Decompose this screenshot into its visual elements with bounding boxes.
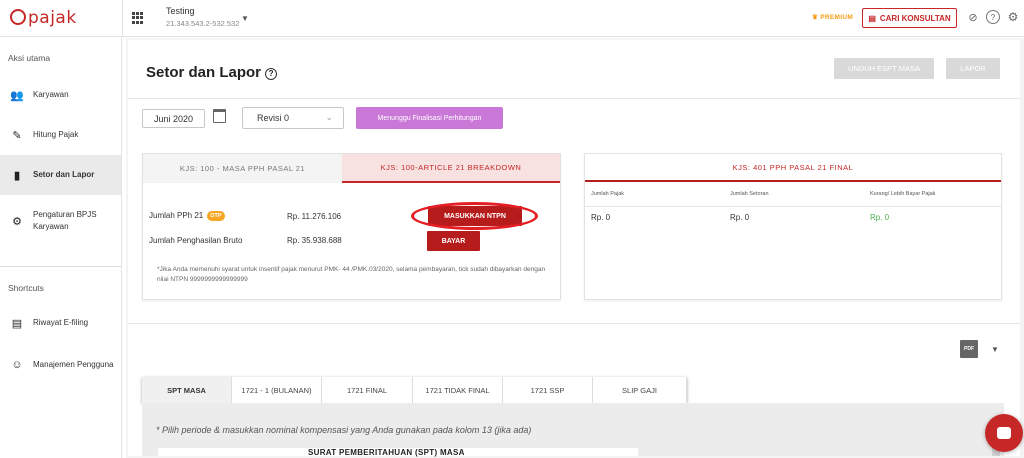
- company-selector[interactable]: Testing 21.343.543.2-532.532: [166, 6, 239, 28]
- pajak-logo[interactable]: pajak: [10, 8, 77, 28]
- sidebar-item-label: Karyawan: [33, 90, 69, 99]
- people-icon: 👥: [10, 89, 24, 102]
- divider: [0, 266, 121, 267]
- column-header: Kurang/ Lebih Bayar Pajak: [870, 191, 936, 197]
- main-content: Setor dan Lapor? UNDUH ESPT MASA LAPOR J…: [126, 38, 1024, 458]
- column-header: Jumlah Setoran: [730, 191, 769, 197]
- users-icon: ☺: [11, 359, 23, 371]
- divider: [585, 206, 1001, 207]
- shortcut-riwayat-efiling[interactable]: ▤ Riwayat E-filing: [0, 303, 121, 343]
- document-icon: ▮: [13, 169, 21, 182]
- shortcut-label: Riwayat E-filing: [33, 318, 89, 327]
- kjs-401-header: KJS: 401 PPH PASAL 21 FINAL: [585, 154, 1001, 182]
- konsultan-label: CARI KONSULTAN: [879, 13, 951, 23]
- history-icon: ▤: [11, 317, 23, 330]
- document-paper: SURAT PEMBERITAHUAN (SPT) MASA: [158, 448, 638, 457]
- divider: [122, 0, 123, 37]
- sidebar: Aksi utama 👥 Karyawan ✎ Hitung Pajak ▮ S…: [0, 37, 122, 458]
- document-preview: * Pilih periode & masukkan nominal kompe…: [142, 403, 1004, 457]
- shortcut-manajemen-pengguna[interactable]: ☺ Manajemen Pengguna: [0, 345, 121, 385]
- tab-kjs-100-breakdown[interactable]: KJS: 100-ARTICLE 21 BREAKDOWN: [342, 154, 560, 183]
- jumlah-pph21-label: Jumlah PPh 21 OTP: [149, 211, 225, 221]
- logo-mark-icon: [10, 9, 26, 25]
- apps-grid-icon[interactable]: [132, 12, 144, 24]
- settings-gear-icon[interactable]: ⚙: [1006, 10, 1020, 24]
- sidebar-item-setor-dan-lapor[interactable]: ▮ Setor dan Lapor: [0, 155, 121, 195]
- top-bar: pajak Testing 21.343.543.2-532.532 ▼ ♛ P…: [0, 0, 1024, 37]
- tab-1721-final[interactable]: 1721 FINAL: [322, 377, 413, 403]
- jumlah-pph21-text: Jumlah PPh 21: [149, 211, 204, 220]
- kjs-401-panel: KJS: 401 PPH PASAL 21 FINAL Jumlah Pajak…: [584, 153, 1002, 300]
- jumlah-penghasilan-bruto-value: Rp. 35.938.688: [287, 236, 342, 245]
- sidebar-item-label: Pengaturan BPJS Karyawan: [33, 210, 97, 231]
- pdf-icon[interactable]: PDF: [960, 340, 978, 358]
- store-icon: ▤: [868, 13, 876, 23]
- jumlah-penghasilan-bruto-label: Jumlah Penghasilan Bruto: [149, 236, 243, 245]
- revisi-value: Revisi 0: [257, 113, 290, 123]
- page-title-text: Setor dan Lapor: [146, 64, 262, 81]
- revisi-select[interactable]: Revisi 0 ⌄: [242, 107, 344, 129]
- page-title: Setor dan Lapor?: [146, 64, 278, 81]
- kurang-lebih-bayar-value: Rp. 0: [870, 213, 890, 222]
- logo-text: pajak: [28, 8, 77, 28]
- kjs-100-panel: KJS: 100 - MASA PPH PASAL 21 KJS: 100-AR…: [142, 153, 561, 300]
- cari-konsultan-button[interactable]: ▤ CARI KONSULTAN: [862, 8, 957, 28]
- divider: [128, 323, 1020, 324]
- document-note: * Pilih periode & masukkan nominal kompe…: [156, 425, 532, 435]
- chevron-down-icon: ⌄: [325, 112, 333, 122]
- chat-bubble-icon: [997, 427, 1011, 439]
- highlight-ellipse: [411, 202, 538, 230]
- document-title: SURAT PEMBERITAHUAN (SPT) MASA: [308, 448, 465, 457]
- bayar-button[interactable]: BAYAR: [427, 231, 480, 251]
- lapor-button[interactable]: LAPOR: [946, 58, 1000, 79]
- tab-kjs-100-masa[interactable]: KJS: 100 - MASA PPH PASAL 21: [143, 154, 342, 183]
- notification-off-icon[interactable]: ⊘: [966, 10, 980, 24]
- gear-icon: ⚙: [12, 215, 22, 228]
- tab-spt-masa[interactable]: SPT MASA: [142, 377, 232, 403]
- pencil-icon: ✎: [12, 129, 22, 142]
- tab-1721-tidak-final[interactable]: 1721 TIDAK FINAL: [413, 377, 503, 403]
- sidebar-section-shortcuts: Shortcuts: [8, 283, 44, 293]
- content-card: Setor dan Lapor? UNDUH ESPT MASA LAPOR J…: [128, 40, 1020, 457]
- premium-label: PREMIUM: [820, 14, 854, 21]
- help-circle-icon[interactable]: ?: [265, 68, 278, 80]
- caret-down-icon[interactable]: ▼: [991, 345, 999, 354]
- unduh-espt-masa-button[interactable]: UNDUH ESPT MASA: [834, 58, 934, 79]
- jumlah-setoran-value: Rp. 0: [730, 213, 750, 222]
- company-npwp: 21.343.543.2-532.532: [166, 19, 240, 28]
- tab-1721-ssp[interactable]: 1721 SSP: [503, 377, 593, 403]
- sidebar-item-karyawan[interactable]: 👥 Karyawan: [0, 75, 121, 115]
- status-badge: Menunggu Finalisasi Perhitungan: [356, 107, 503, 129]
- caret-down-icon[interactable]: ▼: [241, 14, 249, 23]
- period-input[interactable]: Juni 2020: [142, 109, 205, 128]
- sidebar-item-hitung-pajak[interactable]: ✎ Hitung Pajak: [0, 115, 121, 155]
- premium-badge: ♛ PREMIUM: [812, 14, 854, 21]
- calendar-icon[interactable]: [213, 109, 226, 123]
- spt-tabs: SPT MASA 1721 - 1 (BULANAN) 1721 FINAL 1…: [142, 377, 687, 403]
- divider: [128, 98, 1020, 99]
- incentive-note: *Jika Anda memenuhi syarat untuk insenti…: [157, 266, 546, 283]
- chat-button[interactable]: [985, 414, 1023, 452]
- column-header: Jumlah Pajak: [591, 191, 625, 197]
- sidebar-item-label: Hitung Pajak: [33, 130, 79, 139]
- jumlah-pajak-value: Rp. 0: [591, 213, 611, 222]
- shortcut-label: Manajemen Pengguna: [33, 360, 114, 369]
- tab-1721-1-bulanan[interactable]: 1721 - 1 (BULANAN): [232, 377, 322, 403]
- sidebar-item-pengaturan-bpjs[interactable]: ⚙ Pengaturan BPJS Karyawan: [0, 201, 121, 241]
- tab-slip-gaji[interactable]: SLIP GAJI: [593, 377, 687, 403]
- company-name: Testing: [166, 6, 195, 16]
- jumlah-pph21-value: Rp. 11.276.106: [287, 212, 342, 221]
- sidebar-section-main: Aksi utama: [8, 53, 51, 63]
- otp-badge: OTP: [207, 211, 225, 221]
- sidebar-item-label: Setor dan Lapor: [33, 170, 95, 179]
- help-icon[interactable]: ?: [986, 10, 1000, 24]
